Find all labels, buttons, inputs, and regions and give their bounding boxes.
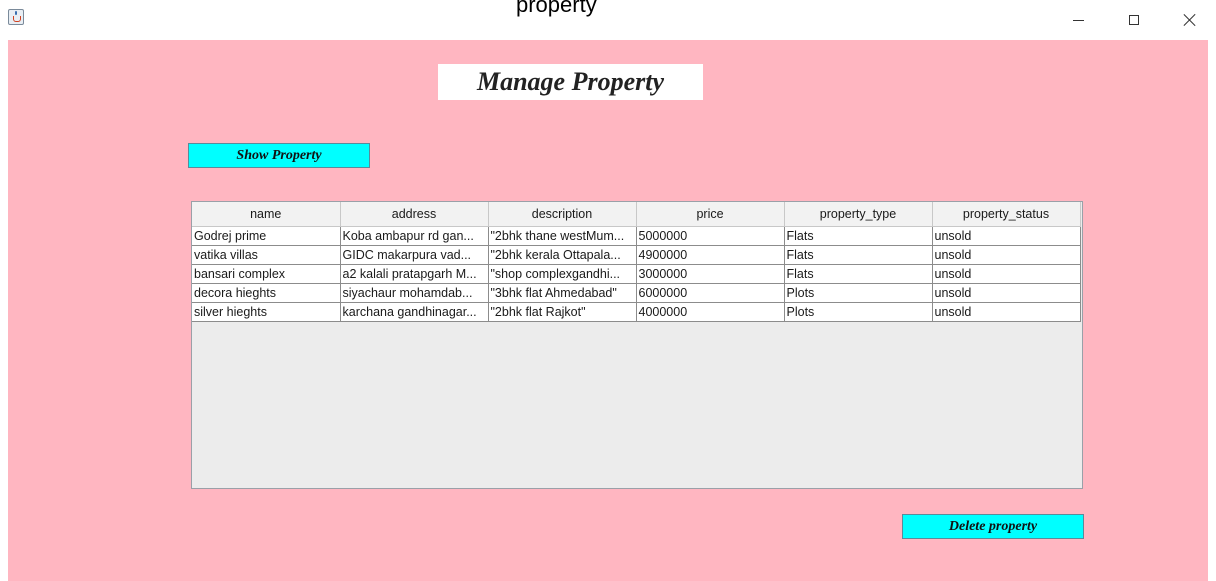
table-row[interactable]: bansari complex a2 kalali pratapgarh M..… <box>192 264 1081 284</box>
manage-property-panel: Manage Property Show Property name addre… <box>8 40 1208 581</box>
table-cell[interactable]: vatika villas <box>192 245 341 265</box>
steam-shape <box>15 11 17 15</box>
maximize-icon <box>1129 15 1139 25</box>
table-row[interactable]: vatika villas GIDC makarpura vad... "2bh… <box>192 245 1081 265</box>
table-cell[interactable]: "3bhk flat Ahmedabad" <box>488 283 637 303</box>
delete-property-button[interactable]: Delete property <box>902 514 1084 539</box>
table-row[interactable]: silver hieghts karchana gandhinagar... "… <box>192 302 1081 322</box>
page-title: Manage Property <box>438 64 703 100</box>
table-row[interactable]: decora hieghts siyachaur mohamdab... "3b… <box>192 283 1081 303</box>
column-header-description[interactable]: description <box>488 202 637 227</box>
table-cell[interactable]: Flats <box>784 245 933 265</box>
table-cell[interactable]: unsold <box>932 283 1081 303</box>
column-header-address[interactable]: address <box>340 202 489 227</box>
table-cell[interactable]: "2bhk thane westMum... <box>488 226 637 246</box>
table-cell[interactable]: Flats <box>784 226 933 246</box>
cup-shape <box>13 16 21 22</box>
table-cell[interactable]: unsold <box>932 302 1081 322</box>
table-cell[interactable]: Flats <box>784 264 933 284</box>
table-cell[interactable]: unsold <box>932 245 1081 265</box>
column-header-property-status[interactable]: property_status <box>932 202 1081 227</box>
table-cell[interactable]: "2bhk flat Rajkot" <box>488 302 637 322</box>
maximize-button[interactable] <box>1106 0 1162 40</box>
table-cell[interactable]: Godrej prime <box>192 226 341 246</box>
column-header-property-type[interactable]: property_type <box>784 202 933 227</box>
table-cell[interactable]: Koba ambapur rd gan... <box>340 226 489 246</box>
table-row[interactable]: Godrej prime Koba ambapur rd gan... "2bh… <box>192 226 1081 246</box>
property-table[interactable]: name address description price property_… <box>191 201 1083 489</box>
property-table-grid: name address description price property_… <box>192 202 1081 322</box>
table-header-row: name address description price property_… <box>192 202 1081 227</box>
close-icon <box>1183 13 1197 27</box>
window-title: property <box>516 0 597 17</box>
app-window: property Manage Property Show Property n… <box>0 0 1216 581</box>
minimize-icon <box>1072 19 1084 21</box>
java-cup-icon[interactable] <box>8 9 24 25</box>
table-cell[interactable]: 4000000 <box>636 302 785 322</box>
column-header-price[interactable]: price <box>636 202 785 227</box>
table-cell[interactable]: a2 kalali pratapgarh M... <box>340 264 489 284</box>
minimize-button[interactable] <box>1050 0 1106 40</box>
table-cell[interactable]: 4900000 <box>636 245 785 265</box>
table-cell[interactable]: "2bhk kerala Ottapala... <box>488 245 637 265</box>
table-cell[interactable]: karchana gandhinagar... <box>340 302 489 322</box>
table-cell[interactable]: Plots <box>784 283 933 303</box>
table-cell[interactable]: 6000000 <box>636 283 785 303</box>
close-button[interactable] <box>1162 0 1216 40</box>
show-property-button[interactable]: Show Property <box>188 143 370 168</box>
column-header-name[interactable]: name <box>192 202 341 227</box>
table-cell[interactable]: siyachaur mohamdab... <box>340 283 489 303</box>
table-cell[interactable]: GIDC makarpura vad... <box>340 245 489 265</box>
table-cell[interactable]: 3000000 <box>636 264 785 284</box>
table-cell[interactable]: "shop complexgandhi... <box>488 264 637 284</box>
table-cell[interactable]: Plots <box>784 302 933 322</box>
title-bar: property <box>0 0 1216 40</box>
table-cell[interactable]: bansari complex <box>192 264 341 284</box>
table-cell[interactable]: unsold <box>932 226 1081 246</box>
table-cell[interactable]: unsold <box>932 264 1081 284</box>
table-cell[interactable]: silver hieghts <box>192 302 341 322</box>
table-cell[interactable]: 5000000 <box>636 226 785 246</box>
table-cell[interactable]: decora hieghts <box>192 283 341 303</box>
